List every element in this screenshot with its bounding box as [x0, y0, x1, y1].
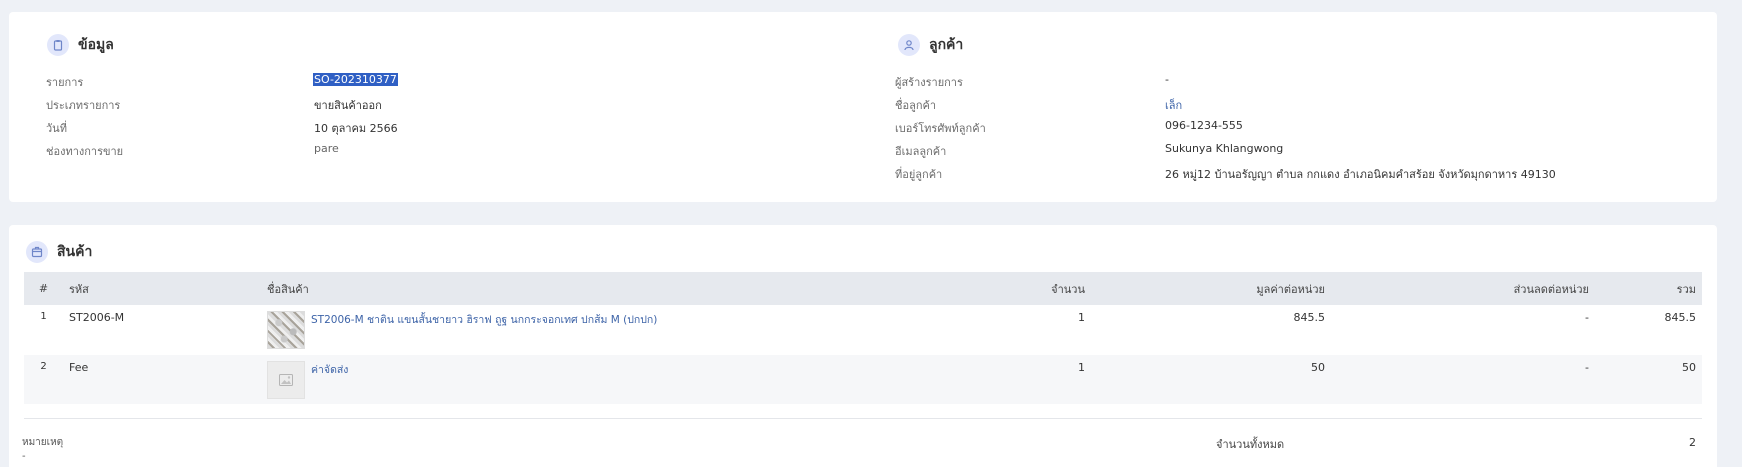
row-unit-price: 50 [1091, 355, 1331, 404]
customer-title: ลูกค้า [929, 37, 964, 53]
products-card: สินค้า # รหัส ชื่อสินค้า จำนวน มูลค่าต่อ… [9, 225, 1717, 467]
table-header-row: # รหัส ชื่อสินค้า จำนวน มูลค่าต่อหน่วย ส… [24, 272, 1702, 305]
summary-label: จำนวนทั้งหมด [1216, 438, 1285, 451]
row-total: 50 [1595, 355, 1702, 404]
col-qty: จำนวน [781, 272, 1091, 305]
info-value-channel: pare [314, 142, 339, 155]
row-qty: 1 [781, 355, 1091, 404]
note-value: - [22, 451, 26, 462]
customer-label-phone: เบอร์โทรศัพท์ลูกค้า [895, 122, 986, 135]
row-unit-price: 845.5 [1091, 305, 1331, 355]
info-value-date: 10 ตุลาคม 2566 [314, 122, 398, 135]
row-product-name-link[interactable]: ค่าจัดส่ง [311, 361, 348, 399]
clipboard-icon [47, 34, 69, 56]
info-label-transaction: รายการ [46, 76, 84, 89]
customer-value-address: 26 หมู่12 บ้านอรัญญา ตำบล กกแดง อำเภอนิค… [1165, 168, 1556, 181]
info-label-date: วันที่ [46, 122, 67, 135]
info-value-type: ขายสินค้าออก [314, 99, 382, 112]
row-product-cell: ค่าจัดส่ง [261, 355, 781, 404]
summary-divider [24, 418, 1702, 419]
info-section-header: ข้อมูล [47, 34, 114, 56]
products-section-header: สินค้า [26, 241, 92, 263]
col-index: # [24, 272, 63, 305]
row-total: 845.5 [1595, 305, 1702, 355]
transaction-id-selected[interactable]: SO-202310377 [313, 73, 398, 86]
info-title: ข้อมูล [78, 37, 114, 53]
row-product-name-link[interactable]: ST2006-M ชาติน แขนสั้นชายาว ฮิราฟ ถูฐ นก… [311, 311, 657, 349]
table-row: 1 ST2006-M ST2006-M ชาติน แขนสั้นชายาว ฮ… [24, 305, 1702, 355]
package-icon [26, 241, 48, 263]
customer-label-name: ชื่อลูกค้า [895, 99, 937, 112]
row-index: 2 [24, 355, 63, 404]
row-discount: - [1331, 305, 1595, 355]
col-name: ชื่อสินค้า [261, 272, 781, 305]
info-label-type: ประเภทรายการ [46, 99, 121, 112]
customer-value-creator: - [1165, 73, 1169, 86]
row-code-link[interactable]: ST2006-M [63, 305, 261, 355]
col-total: รวม [1595, 272, 1702, 305]
row-discount: - [1331, 355, 1595, 404]
col-discount: ส่วนลดต่อหน่วย [1331, 272, 1595, 305]
row-index: 1 [24, 305, 63, 355]
note-label: หมายเหตุ [22, 437, 64, 448]
info-value-transaction[interactable]: SO-202310377 [313, 73, 398, 86]
customer-value-name[interactable]: เล็ก [1165, 96, 1182, 114]
products-table: # รหัส ชื่อสินค้า จำนวน มูลค่าต่อหน่วย ส… [24, 272, 1702, 404]
row-qty: 1 [781, 305, 1091, 355]
table-row: 2 Fee ค่าจัดส่ง 1 50 - 50 [24, 355, 1702, 404]
col-unit-price: มูลค่าต่อหน่วย [1091, 272, 1331, 305]
row-code-link[interactable]: Fee [63, 355, 261, 404]
info-label-channel: ช่องทางการขาย [46, 145, 124, 158]
customer-label-creator: ผู้สร้างรายการ [895, 76, 963, 89]
products-title: สินค้า [57, 244, 93, 260]
customer-section-header: ลูกค้า [898, 34, 963, 56]
customer-value-phone: 096-1234-555 [1165, 119, 1243, 132]
row-product-cell: ST2006-M ชาติน แขนสั้นชายาว ฮิราฟ ถูฐ นก… [261, 305, 781, 355]
col-code: รหัส [63, 272, 261, 305]
product-thumbnail[interactable] [267, 311, 305, 349]
user-icon [898, 34, 920, 56]
customer-label-email: อีเมลลูกค้า [895, 145, 947, 158]
customer-value-email: Sukunya Khlangwong [1165, 142, 1284, 155]
customer-label-address: ที่อยู่ลูกค้า [895, 168, 943, 181]
image-placeholder-icon [267, 361, 305, 399]
summary-value: 2 [1689, 436, 1696, 449]
order-info-card: ข้อมูล รายการ SO-202310377 ประเภทรายการ … [9, 12, 1717, 202]
